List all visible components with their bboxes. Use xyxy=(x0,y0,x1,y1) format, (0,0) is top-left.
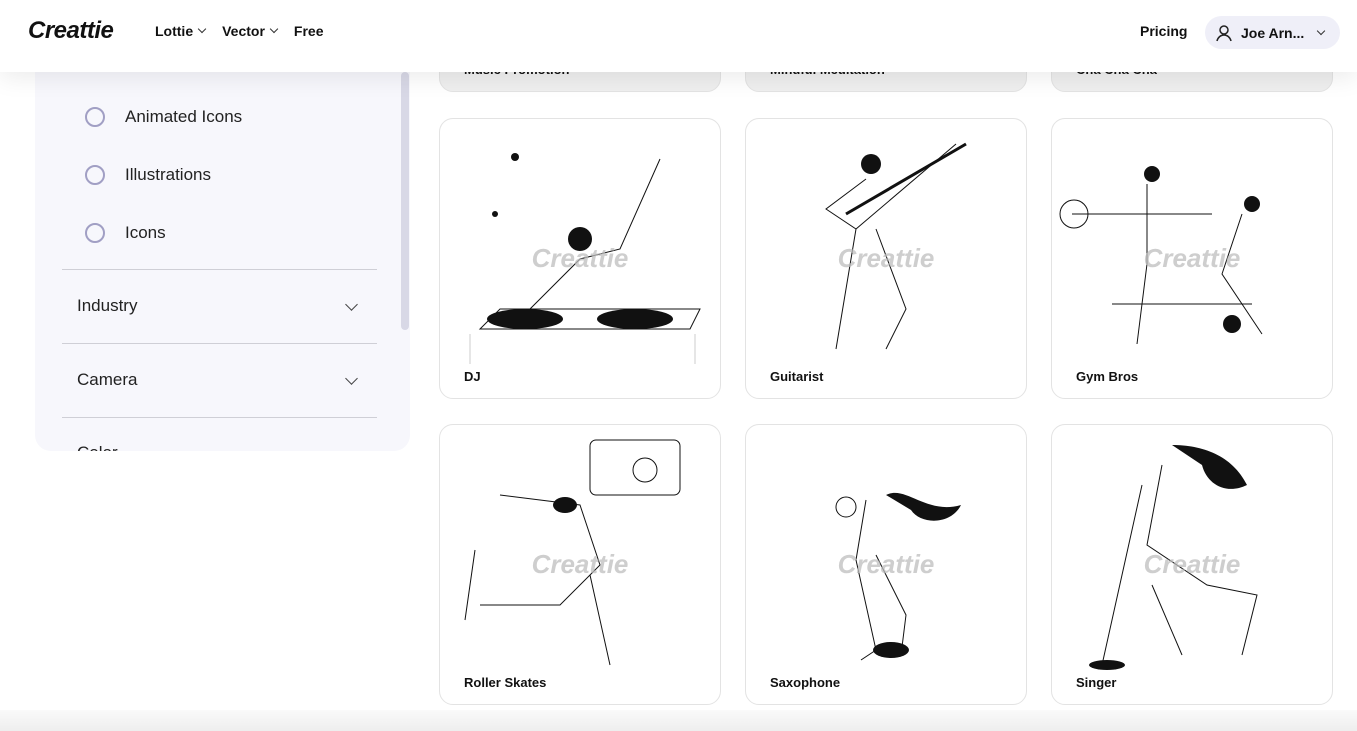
watermark: Creattie xyxy=(837,243,935,273)
main-nav: Lottie Vector Free xyxy=(155,23,324,39)
watermark: Creattie xyxy=(837,549,935,579)
illustration-card[interactable]: Creattie Singer xyxy=(1051,424,1333,705)
watermark: Creattie xyxy=(1143,243,1241,273)
filter-sidebar: Animated Icons Illustrations Icons Indus… xyxy=(35,40,410,451)
radio-circle[interactable] xyxy=(85,107,105,127)
page-bottom-shade xyxy=(0,710,1357,731)
watermark: Creattie xyxy=(531,549,629,579)
radio-label: Illustrations xyxy=(125,165,211,184)
radio-circle[interactable] xyxy=(85,223,105,243)
user-icon xyxy=(1216,24,1232,41)
radio-illustrations[interactable]: Illustrations xyxy=(85,165,211,185)
watermark: Creattie xyxy=(1143,549,1241,579)
card-title: Gym Bros xyxy=(1076,369,1139,384)
card-title: Guitarist xyxy=(770,369,824,384)
chevron-down-icon xyxy=(269,24,279,34)
chevron-down-icon xyxy=(197,24,207,34)
accordion-industry[interactable]: Industry xyxy=(77,296,359,316)
accordion-color[interactable]: Color xyxy=(77,443,359,451)
radio-animated-icons[interactable]: Animated Icons xyxy=(85,107,242,127)
nav-vector[interactable]: Vector xyxy=(222,23,280,39)
illustration-card[interactable]: Creattie Saxophone xyxy=(745,424,1027,705)
chevron-down-icon xyxy=(1317,26,1326,35)
pricing-link[interactable]: Pricing xyxy=(1140,23,1187,39)
nav-free[interactable]: Free xyxy=(294,23,324,39)
nav-lottie[interactable]: Lottie xyxy=(155,23,208,39)
accordion-label: Industry xyxy=(77,296,138,315)
card-title: Roller Skates xyxy=(464,675,547,690)
chevron-down-icon xyxy=(345,297,358,311)
illustration-card[interactable]: Creattie Guitarist xyxy=(745,118,1027,399)
logo[interactable]: Creattie xyxy=(28,17,114,45)
user-name: Joe Arn... xyxy=(1241,24,1305,41)
accordion-label: Camera xyxy=(77,370,138,389)
accordion-camera[interactable]: Camera xyxy=(77,370,359,390)
user-menu-button[interactable]: Joe Arn... xyxy=(1205,16,1340,49)
watermark: Creattie xyxy=(531,243,629,273)
chevron-down-icon xyxy=(345,371,358,385)
header: Creattie Lottie Vector Free Pricing Joe … xyxy=(0,0,1357,72)
accordion-label: Color xyxy=(77,443,118,451)
illustration-card[interactable]: Creattie Roller Skates xyxy=(439,424,721,705)
divider xyxy=(62,417,377,418)
radio-icons[interactable]: Icons xyxy=(85,223,166,243)
radio-circle[interactable] xyxy=(85,165,105,185)
radio-label: Icons xyxy=(125,223,166,242)
illustration-card[interactable]: Creattie DJ xyxy=(439,118,721,399)
divider xyxy=(62,343,377,344)
illustration-card[interactable]: Creattie Gym Bros xyxy=(1051,118,1333,399)
sidebar-scrollbar[interactable] xyxy=(401,72,409,330)
card-title: DJ xyxy=(464,369,481,384)
divider xyxy=(62,269,377,270)
card-title: Saxophone xyxy=(770,675,841,690)
card-title: Singer xyxy=(1076,675,1117,690)
radio-label: Animated Icons xyxy=(125,107,243,126)
